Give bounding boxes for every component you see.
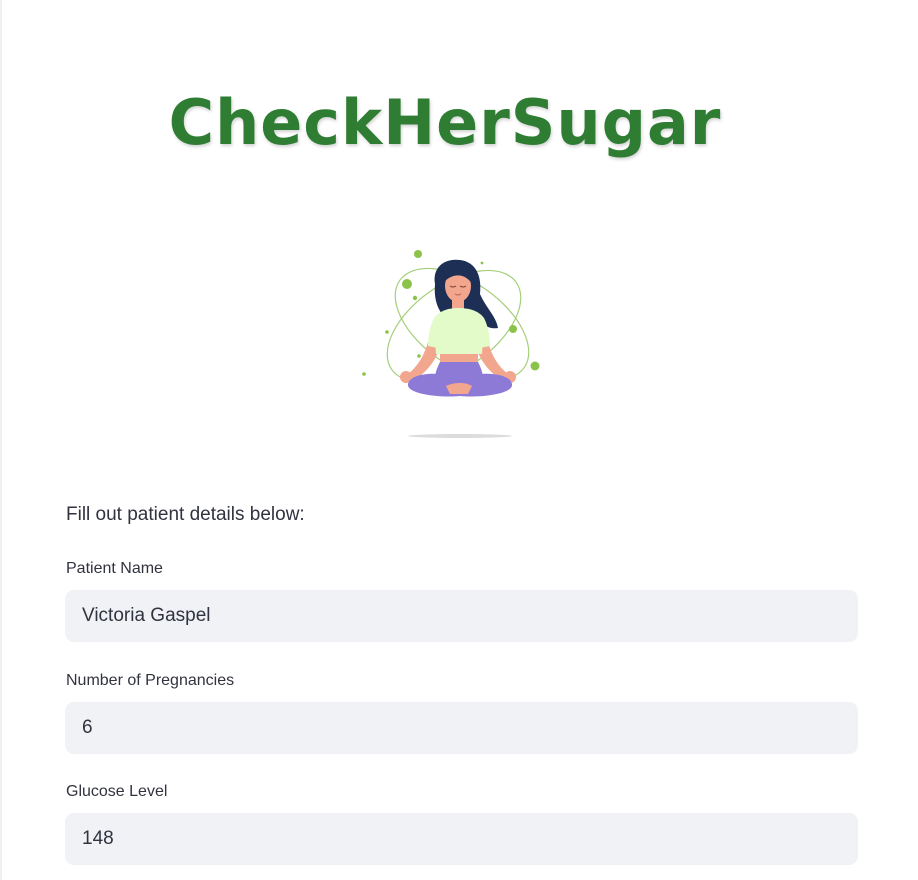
glucose-label: Glucose Level [66, 783, 168, 800]
pregnancies-label: Number of Pregnancies [66, 672, 235, 689]
patient-name-value: Victoria Gaspel [82, 605, 211, 626]
form-instructions: Fill out patient details below: [66, 504, 305, 525]
patient-name-input[interactable]: Victoria Gaspel [65, 590, 858, 642]
glucose-value: 148 [82, 828, 114, 849]
pregnancies-input[interactable]: 6 [65, 702, 858, 754]
patient-name-label: Patient Name [66, 560, 163, 577]
pregnancies-value: 6 [82, 717, 93, 738]
app-title: CheckHerSugar [168, 86, 722, 159]
glucose-input[interactable]: 148 [65, 813, 858, 865]
page: CheckHerSugar Fill out patient details b… [0, 0, 918, 880]
meditating-woman-illustration [362, 250, 540, 438]
